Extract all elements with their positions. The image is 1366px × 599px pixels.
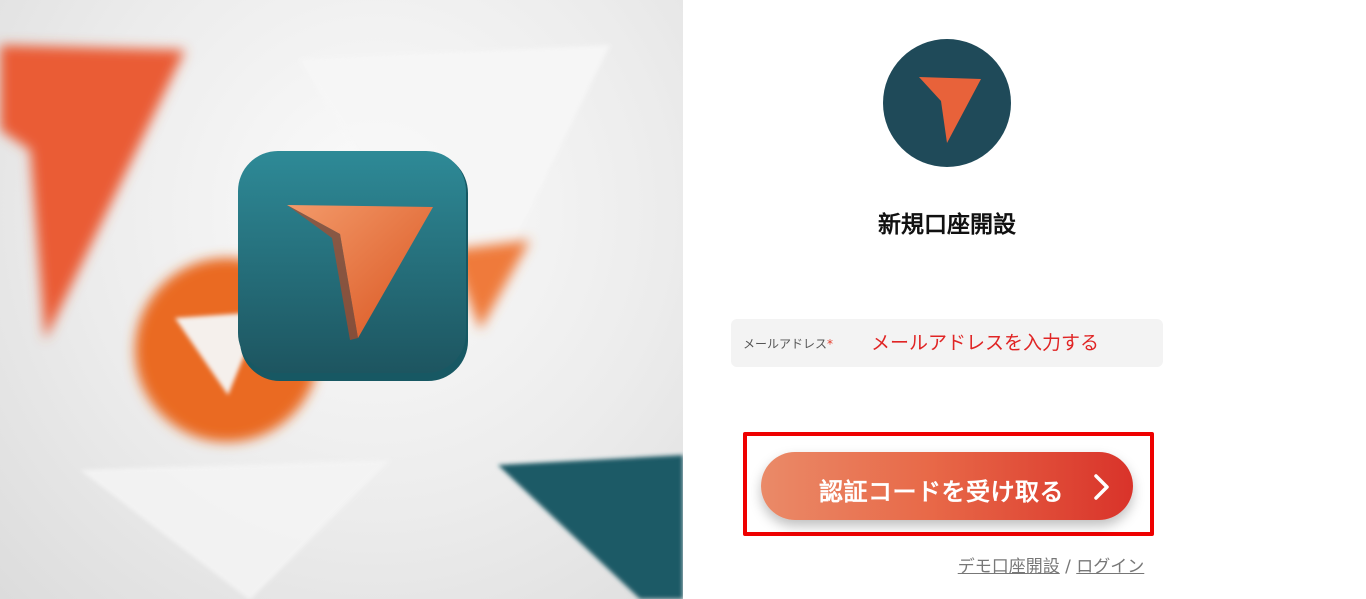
arrow-logo-icon xyxy=(919,77,981,143)
get-verification-code-button[interactable]: 認証コードを受け取る xyxy=(761,452,1133,520)
email-label: メールアドレス* xyxy=(743,337,834,351)
get-verification-code-label: 認証コードを受け取る xyxy=(819,478,1064,506)
chevron-right-icon xyxy=(1094,474,1109,500)
link-separator: / xyxy=(1059,557,1077,577)
required-mark: * xyxy=(827,337,834,351)
hero-arrows-illustration xyxy=(0,45,683,599)
login-link[interactable]: ログイン xyxy=(1076,557,1144,577)
page-title: 新規口座開設 xyxy=(878,212,1016,238)
demo-account-link[interactable]: デモ口座開設 xyxy=(958,557,1060,577)
hero-illustration xyxy=(0,0,683,599)
signup-page: 新規口座開設 メールアドレス* 認証コードを受け取る デモ口座開設 / ログイン xyxy=(0,0,1366,599)
footer-links: デモ口座開設 / ログイン xyxy=(683,552,1366,577)
signup-panel: 新規口座開設 メールアドレス* 認証コードを受け取る デモ口座開設 / ログイン xyxy=(683,0,1366,599)
email-field: メールアドレス* xyxy=(731,319,1163,367)
brand-logo xyxy=(883,39,1011,167)
email-input[interactable] xyxy=(871,325,1151,361)
